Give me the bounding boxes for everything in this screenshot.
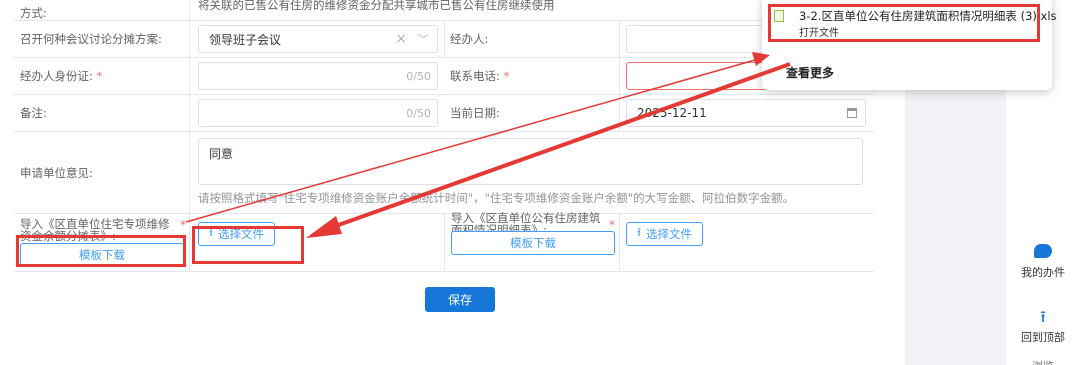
- import2-template-label: 模板下载: [510, 236, 556, 250]
- handler-id-label: 经办人身份证:: [20, 69, 93, 83]
- my-tasks-button[interactable]: 我的办件: [1006, 244, 1080, 288]
- arrow-up-icon: ⭱: [1040, 307, 1046, 326]
- required-mark: *: [609, 218, 615, 232]
- opinion-textarea[interactable]: 同意: [198, 138, 863, 185]
- opinion-hint: 请按照格式填写"住宅专项维修资金账户余额统计时间"，"住宅专项维修资金账户余额"…: [198, 191, 795, 205]
- see-more-link[interactable]: 查看更多: [786, 64, 834, 81]
- meeting-row: 召开何种会议讨论分摊方案: 领导班子会议 × ﹀ 经办人:: [14, 21, 874, 58]
- meeting-select[interactable]: 领导班子会议 × ﹀: [198, 25, 438, 53]
- handler-id-row: 经办人身份证: * 0/50 联系电话: *: [14, 58, 874, 95]
- back-to-top-button[interactable]: ⭱ 回到顶部: [1006, 309, 1080, 349]
- upload-icon: ⭱: [637, 224, 642, 239]
- sidebar-partial-item[interactable]: 浏览: [1006, 358, 1080, 365]
- import2-choose-file-button[interactable]: ⭱ 选择文件: [626, 222, 704, 246]
- opinion-value: 同意: [209, 147, 234, 161]
- save-label: 保存: [447, 293, 472, 307]
- meeting-select-value: 领导班子会议: [209, 32, 282, 47]
- phone-label-cell: 联系电话: *: [444, 58, 620, 94]
- remark-row: 备注: 0/50 当前日期: 2025-12-11: [14, 95, 874, 132]
- annotation-box-choose-file: [192, 226, 304, 264]
- calendar-icon[interactable]: [847, 108, 857, 118]
- top-row: 方式: 将关联的已售公有住房的维修资金分配共享城市已售公有住房继续使用: [14, 0, 874, 21]
- top-row-label: 方式:: [20, 5, 47, 20]
- handler-id-input[interactable]: 0/50: [198, 62, 438, 90]
- opinion-label-cell: 申请单位意见:: [14, 132, 190, 213]
- date-label-cell: 当前日期:: [444, 95, 620, 131]
- remark-label: 备注:: [20, 106, 47, 120]
- meeting-label: 召开何种会议讨论分摊方案:: [20, 32, 162, 46]
- annotation-box-template-download: [16, 235, 186, 267]
- required-mark: *: [503, 69, 510, 83]
- chevron-down-icon[interactable]: ﹀: [418, 31, 429, 47]
- handler-label: 经办人:: [450, 32, 489, 46]
- handler-id-label-cell: 经办人身份证: *: [14, 58, 190, 94]
- top-row-text: 将关联的已售公有住房的维修资金分配共享城市已售公有住房继续使用: [198, 0, 555, 12]
- opinion-field: 同意 请按照格式填写"住宅专项维修资金账户余额统计时间"，"住宅专项维修资金账户…: [192, 132, 872, 214]
- import2-choose-file-label: 选择文件: [646, 227, 693, 241]
- import2-template-download-button[interactable]: 模板下载: [451, 231, 615, 255]
- opinion-label: 申请单位意见:: [20, 165, 93, 180]
- back-to-top-label: 回到顶部: [1021, 331, 1065, 344]
- required-mark: *: [180, 218, 186, 232]
- top-row-label-cell: 方式:: [14, 0, 190, 20]
- clear-icon[interactable]: ×: [395, 31, 407, 47]
- remark-count: 0/50: [406, 106, 431, 120]
- date-input[interactable]: 2025-12-11: [626, 99, 866, 127]
- remark-input[interactable]: 0/50: [198, 99, 438, 127]
- handler-id-count: 0/50: [406, 69, 431, 83]
- remark-label-cell: 备注:: [14, 95, 190, 131]
- date-label: 当前日期:: [450, 106, 500, 120]
- save-button[interactable]: 保存: [425, 287, 495, 312]
- meeting-label-cell: 召开何种会议讨论分摊方案:: [14, 21, 190, 57]
- phone-label: 联系电话:: [450, 69, 500, 83]
- annotation-box-downloaded-file: [768, 4, 1040, 42]
- import2-label-cell: 导入《区直单位公有住房建筑面积情况明细表》: * 模板下载: [444, 212, 620, 271]
- required-mark: *: [96, 69, 103, 83]
- handler-label-cell: 经办人:: [444, 21, 620, 57]
- my-tasks-label: 我的办件: [1021, 266, 1065, 279]
- opinion-row: 申请单位意见: 同意 请按照格式填写"住宅专项维修资金账户余额统计时间"，"住宅…: [14, 132, 874, 214]
- chat-icon: [1034, 244, 1052, 258]
- date-value: 2025-12-11: [637, 106, 707, 120]
